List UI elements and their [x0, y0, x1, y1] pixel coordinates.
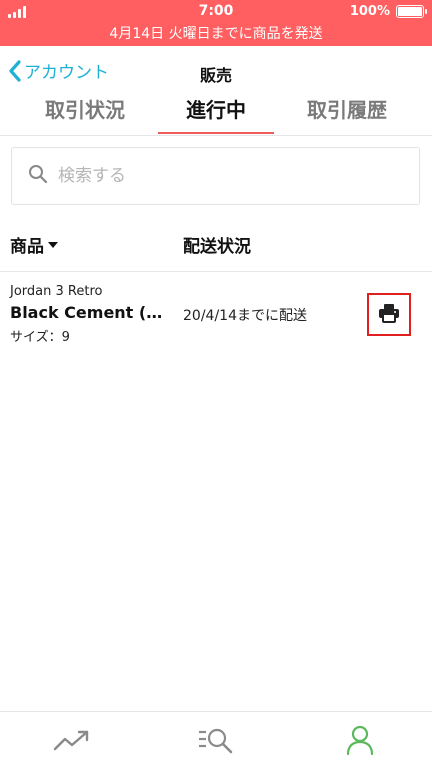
product-name: Black Cement (2... — [10, 303, 170, 322]
trend-chart-icon — [53, 727, 91, 757]
product-column-header: 商品 — [10, 237, 44, 257]
battery-percentage: 100% — [349, 4, 390, 19]
search-box[interactable] — [11, 147, 420, 205]
shipping-deadline-banner: 4月14日 火曜日までに商品を発送 — [109, 26, 323, 42]
shipping-deadline: 20/4/14までに配送 — [183, 308, 307, 324]
table-header: 商品 配送状況 — [0, 222, 432, 272]
battery-icon — [396, 5, 427, 18]
page-title: 販売 — [199, 66, 232, 85]
tab-in-progress[interactable]: 進行中 — [151, 94, 281, 123]
nav-search-button[interactable] — [196, 726, 236, 758]
product-model: Jordan 3 Retro — [10, 284, 103, 299]
search-icon — [28, 164, 48, 188]
bottom-navigation — [0, 711, 432, 768]
shipping-column-header: 配送状況 — [183, 237, 251, 257]
product-column-sort[interactable]: 商品 — [10, 232, 58, 257]
status-bar: 7:00 100% 4月14日 火曜日までに商品を発送 — [0, 0, 432, 46]
print-label-button[interactable] — [367, 293, 411, 336]
nav-account-button[interactable] — [340, 725, 380, 759]
tab-transaction-history[interactable]: 取引履歴 — [282, 94, 412, 123]
user-icon — [346, 725, 374, 759]
nav-trend-button[interactable] — [52, 726, 92, 758]
search-list-icon — [197, 726, 235, 758]
tab-bar: 取引状況 進行中 取引履歴 — [0, 86, 432, 136]
tab-transaction-status[interactable]: 取引状況 — [20, 94, 150, 123]
caret-down-icon — [48, 241, 58, 248]
printer-icon — [378, 303, 400, 327]
active-tab-indicator — [158, 132, 274, 134]
product-size: サイズ：9 — [10, 330, 70, 345]
search-input[interactable] — [58, 166, 378, 186]
